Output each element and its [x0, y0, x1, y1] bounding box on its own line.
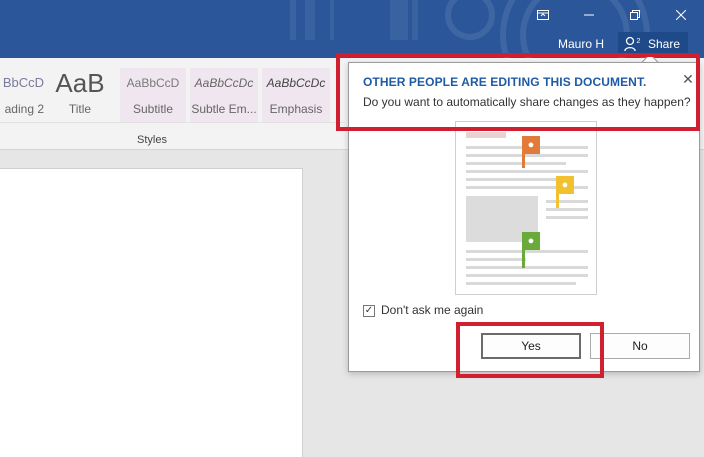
minimize-button[interactable] [566, 0, 612, 30]
style-name: Title [68, 102, 92, 116]
person-icon: ● [561, 178, 569, 191]
style-name: Emphasis [269, 102, 323, 116]
style-emphasis[interactable]: AaBbCcDc Emphasis [262, 68, 330, 122]
styles-group-label: Styles [137, 134, 167, 146]
style-sample: AaBbCcDc [266, 76, 326, 90]
user-name[interactable]: Mauro H [558, 37, 604, 51]
style-subtle-emphasis[interactable]: AaBbCcDc Subtle Em... [190, 68, 258, 122]
coauthor-flag-orange: ● [522, 136, 540, 168]
restore-icon [630, 10, 640, 20]
checkmark-icon: ✓ [364, 305, 374, 316]
style-sample: AaBbCcDc [194, 76, 254, 90]
ribbon-display-icon [537, 10, 549, 20]
style-name: Subtitle [132, 102, 174, 116]
dont-ask-again-label[interactable]: Don't ask me again [381, 303, 483, 317]
title-bar: Mauro H 2 Share [0, 0, 704, 58]
share-label: Share [648, 37, 681, 51]
coauthoring-illustration: ● ● ● [455, 121, 597, 295]
style-name: Subtle Em... [191, 102, 257, 116]
style-heading-2[interactable]: BbCcD ading 2 [0, 68, 44, 122]
close-window-button[interactable] [658, 0, 704, 30]
ribbon-divider [0, 122, 345, 123]
person-share-icon: 2 [624, 36, 641, 52]
restore-button[interactable] [612, 0, 658, 30]
coauthor-flag-yellow: ● [556, 176, 574, 208]
annotation-box-message [336, 53, 700, 131]
coauthor-flag-green: ● [522, 232, 540, 268]
document-page[interactable] [0, 168, 303, 457]
dont-ask-again-checkbox[interactable]: ✓ [363, 305, 375, 317]
style-sample: AaBbCcD [126, 76, 180, 90]
minimize-icon [584, 14, 594, 16]
style-title[interactable]: AaB Title [44, 68, 116, 122]
ribbon-display-options-button[interactable] [520, 0, 566, 30]
style-subtitle[interactable]: AaBbCcD Subtitle [120, 68, 186, 122]
close-icon [676, 10, 686, 20]
person-icon: ● [527, 234, 535, 247]
style-name: ading 2 [4, 102, 44, 116]
person-icon: ● [527, 138, 535, 151]
annotation-box-yes [456, 322, 604, 378]
style-sample: AaB [55, 68, 105, 98]
no-button[interactable]: No [590, 333, 690, 359]
style-sample: BbCcD [2, 75, 44, 90]
svg-text:2: 2 [637, 38, 641, 45]
